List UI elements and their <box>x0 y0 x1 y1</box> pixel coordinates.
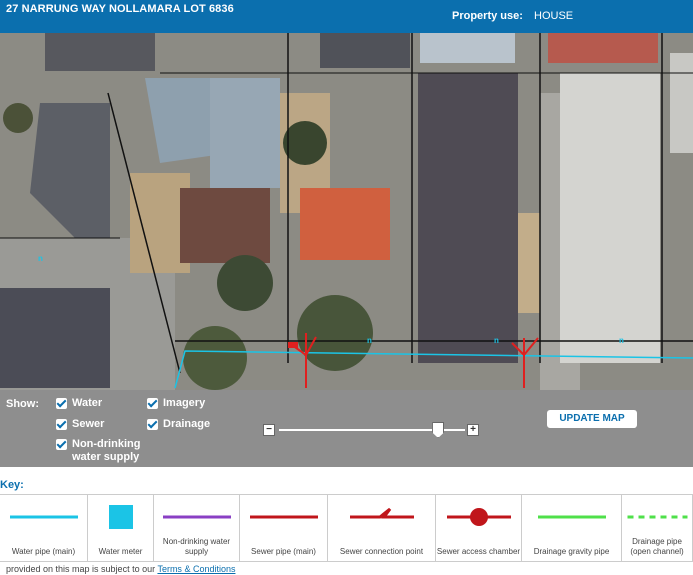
key-item: Non-drinking water supply <box>154 495 240 561</box>
key-item: Sewer pipe (main) <box>240 495 328 561</box>
zoom-slider[interactable]: − + <box>263 422 481 438</box>
water-meter-square-icon <box>109 505 133 529</box>
imagery-checkbox-label: Imagery <box>163 397 206 409</box>
drainage-open-channel-line-icon <box>627 515 688 519</box>
zoom-thumb[interactable] <box>432 422 445 438</box>
key-item-label: Drainage gravity pipe <box>533 547 610 556</box>
zoom-in-button[interactable]: + <box>467 424 479 436</box>
update-map-button[interactable]: UPDATE MAP <box>547 410 637 428</box>
key-item-label: Drainage pipe (open channel) <box>630 537 684 556</box>
water-meter-marker[interactable]: n <box>619 336 624 345</box>
sewer-pipe-line-icon <box>250 515 318 519</box>
zoom-out-button[interactable]: − <box>263 424 275 436</box>
property-header: 27 NARRUNG WAY NOLLAMARA LOT 6836 Proper… <box>0 0 693 33</box>
map-key: Water pipe (main) Water meter Non-drinking… <box>0 494 693 562</box>
key-item-label: Sewer connection point <box>339 547 424 556</box>
key-item-label: Sewer pipe (main) <box>251 547 316 556</box>
key-item: Drainage pipe (open channel) <box>622 495 693 561</box>
key-item-label: Non-drinking water supply <box>162 537 231 556</box>
key-item-label: Water meter <box>98 547 143 556</box>
key-title: Key: <box>0 479 24 491</box>
property-use-value: HOUSE <box>534 10 574 22</box>
checkbox-check-icon <box>56 398 67 409</box>
key-item: Water pipe (main) <box>0 495 88 561</box>
property-address: 27 NARRUNG WAY NOLLAMARA LOT 6836 <box>6 3 234 15</box>
sewer-connection-symbol-icon <box>350 507 414 519</box>
property-use-label: Property use: <box>452 10 523 22</box>
water-checkbox-label: Water <box>72 397 103 409</box>
key-item-label: Sewer access chamber <box>436 547 521 556</box>
checkbox-check-icon <box>56 419 67 430</box>
key-item: Sewer connection point <box>328 495 436 561</box>
water-meter-marker[interactable]: n <box>367 336 372 345</box>
imagery-checkbox[interactable]: Imagery <box>147 397 205 410</box>
terms-link[interactable]: Terms & Conditions <box>157 564 235 574</box>
sewer-checkbox[interactable]: Sewer <box>56 418 104 431</box>
checkbox-check-icon <box>147 419 158 430</box>
water-meter-marker[interactable]: n <box>38 254 43 263</box>
sewer-checkbox-label: Sewer <box>72 418 105 430</box>
layer-controls: Show: Water Sewer Non-drinking water sup… <box>0 390 693 467</box>
non-drinking-water-checkbox-label: Non-drinking water supply <box>72 438 141 463</box>
water-checkbox[interactable]: Water <box>56 397 102 410</box>
drainage-checkbox-label: Drainage <box>163 418 211 430</box>
checkbox-check-icon <box>56 439 67 450</box>
key-item-label: Water pipe (main) <box>11 547 76 556</box>
non-drinking-line-icon <box>163 515 231 519</box>
terms-footer: provided on this map is subject to our T… <box>6 564 235 574</box>
sewer-access-chamber-symbol-icon <box>447 508 511 526</box>
drainage-gravity-line-icon <box>538 515 606 519</box>
key-item: Drainage gravity pipe <box>522 495 622 561</box>
footer-text: provided on this map is subject to our <box>6 564 156 574</box>
water-meter-marker[interactable]: n <box>494 336 499 345</box>
key-item: Sewer access chamber <box>436 495 522 561</box>
checkbox-check-icon <box>147 398 158 409</box>
aerial-imagery: n n n n <box>0 33 693 390</box>
aerial-map[interactable]: n n n n <box>0 33 693 390</box>
non-drinking-water-checkbox[interactable]: Non-drinking water supply <box>56 438 156 464</box>
water-pipe-line-icon <box>10 515 78 519</box>
drainage-checkbox[interactable]: Drainage <box>147 418 210 431</box>
show-label: Show: <box>6 398 39 410</box>
key-item: Water meter <box>88 495 154 561</box>
